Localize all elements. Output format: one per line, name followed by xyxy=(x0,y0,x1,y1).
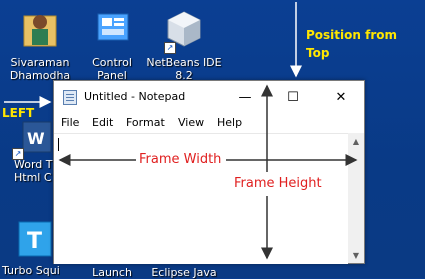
desktop-icon-label: NetBeans IDE 8.2 xyxy=(146,56,222,82)
left-label: LEFT xyxy=(2,106,35,120)
desktop-icon-label: Launch xyxy=(92,266,132,279)
vertical-scrollbar[interactable]: ▲ ▼ xyxy=(348,133,364,263)
minimize-button[interactable]: — xyxy=(222,81,268,113)
desktop-icon-netbeans[interactable]: ↗ NetBeans IDE 8.2 xyxy=(144,8,224,82)
svg-text:W: W xyxy=(27,129,45,148)
close-icon: ✕ xyxy=(335,89,347,105)
menu-view[interactable]: View xyxy=(178,116,204,129)
desktop-icon-label: Control Panel xyxy=(92,56,132,82)
menu-format[interactable]: Format xyxy=(126,116,165,129)
shortcut-arrow-icon: ↗ xyxy=(164,42,176,54)
close-button[interactable]: ✕ xyxy=(318,81,364,113)
text-caret xyxy=(58,138,59,151)
turbo-squid-icon: T xyxy=(18,221,52,257)
desktop-icon-word[interactable]: W ↗ Word T Html C xyxy=(0,120,60,184)
scroll-up-icon[interactable]: ▲ xyxy=(348,133,364,149)
svg-text:T: T xyxy=(27,229,42,254)
control-panel-icon xyxy=(97,13,129,41)
maximize-icon: ☐ xyxy=(287,89,299,105)
menu-help[interactable]: Help xyxy=(217,116,242,129)
menu-file[interactable]: File xyxy=(61,116,79,129)
desktop-icon-label: Sivaraman Dhamodha xyxy=(9,56,71,82)
title-bar[interactable]: Untitled - Notepad — ☐ ✕ xyxy=(54,81,364,113)
desktop-icon-label: Eclipse Java xyxy=(151,266,217,279)
maximize-button[interactable]: ☐ xyxy=(270,81,316,113)
position-from-top-label: Position from Top xyxy=(306,28,397,60)
scroll-down-icon[interactable]: ▼ xyxy=(348,247,364,263)
notepad-icon xyxy=(63,90,77,105)
user-folder-icon xyxy=(23,15,57,47)
menu-bar: File Edit Format View Help xyxy=(54,113,364,133)
minimize-icon: — xyxy=(238,89,252,105)
desktop-icon-turbo-squid[interactable]: T Turbo Squid xyxy=(0,218,60,277)
menu-edit[interactable]: Edit xyxy=(92,116,113,129)
notepad-window[interactable]: Untitled - Notepad — ☐ ✕ File Edit Forma… xyxy=(53,80,365,264)
shortcut-arrow-icon: ↗ xyxy=(12,148,24,160)
desktop-icon-user-folder[interactable]: Sivaraman Dhamodha xyxy=(0,8,80,82)
desktop-icon-control-panel[interactable]: Control Panel xyxy=(72,8,152,82)
frame-height-label: Frame Height xyxy=(234,176,322,191)
window-title: Untitled - Notepad xyxy=(84,90,186,103)
frame-width-label: Frame Width xyxy=(139,152,222,167)
desktop-icon-label: Turbo Squid xyxy=(2,264,60,277)
desktop-icon-label: Word T Html C xyxy=(14,158,53,184)
desktop: Sivaraman Dhamodha Control Panel ↗ NetBe… xyxy=(0,0,425,279)
